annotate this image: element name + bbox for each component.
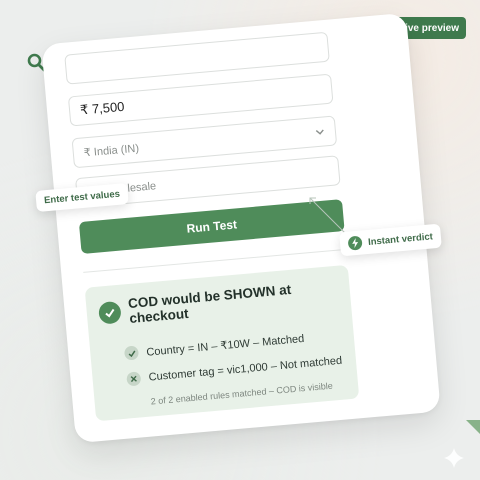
result-title: COD would be SHOWN at checkout (127, 281, 292, 327)
result-summary: 2 of 2 enabled rules matched – COD is vi… (150, 380, 334, 407)
rule-text: Customer tag = vic1,000 – Not matched (148, 354, 343, 384)
check-icon (97, 300, 122, 325)
amount-value: ₹ 7,500 (79, 98, 126, 118)
callout-verdict-label: Instant verdict (367, 230, 434, 248)
chevron-down-icon (315, 129, 324, 135)
x-icon (126, 371, 142, 387)
result-panel: COD would be SHOWN at checkout Country =… (84, 264, 360, 422)
country-placeholder: ₹ India (IN) (83, 142, 140, 159)
sparkle-icon (444, 420, 480, 468)
bolt-icon (347, 235, 363, 251)
check-icon (123, 345, 140, 361)
rule-text: Country = IN – ₹10W – Matched (145, 332, 305, 359)
result-header: COD would be SHOWN at checkout (97, 278, 340, 329)
